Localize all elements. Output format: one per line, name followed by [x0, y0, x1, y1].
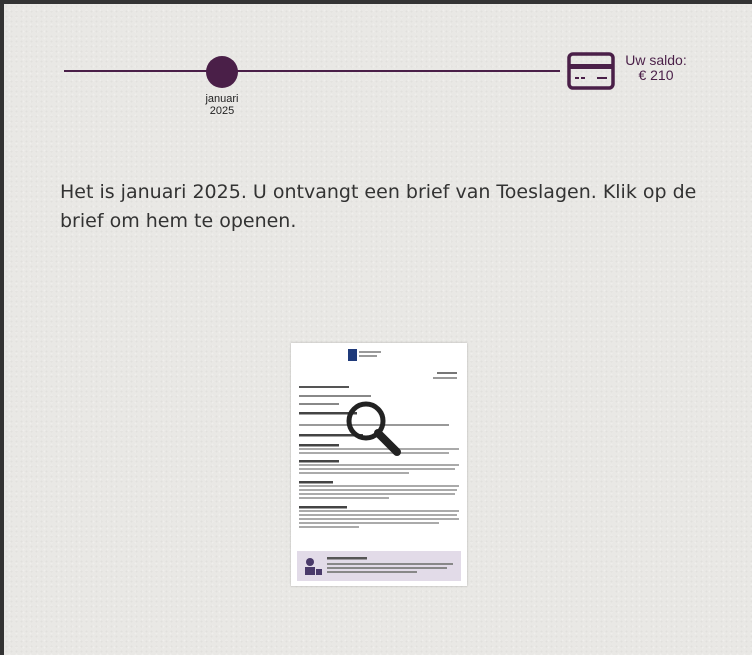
timeline-date: januari 2025: [192, 93, 252, 117]
letter-thumbnail[interactable]: [291, 343, 467, 586]
balance-amount: € 210: [638, 67, 674, 83]
balance-display: Uw saldo: € 210: [618, 53, 694, 83]
game-screen: januari 2025 Uw saldo: € 210 Het is janu…: [4, 4, 752, 655]
timeline-marker: [206, 56, 238, 88]
timeline-track: [64, 70, 560, 72]
letter-preview-image: [297, 349, 461, 581]
balance-label: Uw saldo:: [625, 52, 687, 68]
credit-card-icon: [567, 52, 615, 90]
timeline-year: 2025: [209, 105, 235, 117]
timeline-month: januari: [205, 93, 239, 105]
instruction-text: Het is januari 2025. U ontvangt een brie…: [60, 181, 697, 232]
